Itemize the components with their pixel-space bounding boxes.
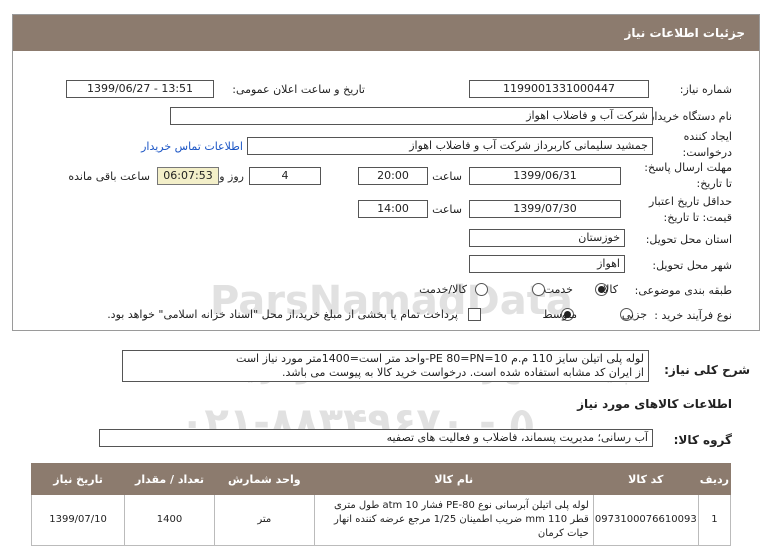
province-field: خوزستان <box>469 229 625 247</box>
announce-label: تاریخ و ساعت اعلان عمومی: <box>232 83 365 96</box>
col-code: کد کالا <box>592 463 699 495</box>
treasury-payment-note: پرداخت تمام یا بخشی از مبلغ خرید،از محل … <box>107 308 458 321</box>
goods-table: ردیف کد کالا نام کالا واحد شمارش تعداد /… <box>30 463 732 546</box>
deadline-label-2: تا تاریخ: <box>696 177 732 190</box>
description-label: شرح کلی نیاز: <box>664 363 750 377</box>
cell-name: لوله پلی اتیلن آبرسانی نوع PE-80 فشار 10… <box>313 494 594 546</box>
validity-label-2: قیمت: تا تاریخ: <box>663 211 732 224</box>
buyer-label: نام دستگاه خریدار: <box>645 110 732 123</box>
col-qty: تعداد / مقدار <box>124 463 215 495</box>
validity-label-1: حداقل تاریخ اعتبار <box>648 195 732 208</box>
deadline-date-field: 1399/06/31 <box>469 167 621 185</box>
col-unit: واحد شمارش <box>213 463 315 495</box>
creator-label-2: درخواست: <box>682 146 732 159</box>
days-label: روز و <box>219 170 244 183</box>
category-goods-label: کالا <box>603 283 618 296</box>
deadline-label-1: مهلت ارسال پاسخ: <box>644 161 732 174</box>
category-service-label: خدمت <box>543 283 573 296</box>
goods-group-label: گروه کالا: <box>673 433 732 447</box>
deadline-time-label: ساعت <box>432 170 462 183</box>
city-field: اهواز <box>469 255 625 273</box>
deadline-time-field: 20:00 <box>358 167 428 185</box>
treasury-payment-checkbox[interactable] <box>468 308 481 321</box>
cell-row: 1 <box>697 494 732 546</box>
cell-unit: متر <box>213 494 315 546</box>
cell-date: 1399/07/10 <box>30 494 126 546</box>
announce-field: 1399/06/27 - 13:51 <box>66 80 214 98</box>
contact-buyer-link[interactable]: اطلاعات تماس خریدار <box>141 140 243 153</box>
province-label: استان محل تحویل: <box>645 233 732 246</box>
process-label: نوع فرآیند خرید : <box>654 309 732 322</box>
col-row: ردیف <box>697 463 732 495</box>
remaining-time-field: 06:07:53 <box>157 167 219 185</box>
creator-label-1: ایجاد کننده <box>683 130 732 143</box>
process-minor-label: جزیی <box>621 308 647 321</box>
validity-time-field: 14:00 <box>358 200 428 218</box>
validity-time-label: ساعت <box>432 203 462 216</box>
need-number-field: 1199001331000447 <box>469 80 649 98</box>
creator-field: جمشید سلیمانی کاربرداز شرکت آب و فاضلاب … <box>247 137 653 155</box>
category-label: طبقه بندی موضوعی: <box>634 284 732 297</box>
table-row: 1 0973100076610093 لوله پلی اتیلن آبرسان… <box>30 494 732 546</box>
cell-qty: 1400 <box>124 494 215 546</box>
category-both-radio[interactable] <box>475 283 488 296</box>
panel-title: جزئیات اطلاعات نیاز <box>624 26 745 40</box>
goods-section-title: اطلاعات کالاهای مورد نیاز <box>577 397 732 411</box>
cell-code: 0973100076610093 <box>592 494 699 546</box>
validity-date-field: 1399/07/30 <box>469 200 621 218</box>
city-label: شهر محل تحویل: <box>652 259 732 272</box>
col-date: تاریخ نیاز <box>30 463 126 495</box>
description-box: لوله پلی اتیلن سایز 110 م.م PE 80=PN=10-… <box>122 350 649 382</box>
goods-table-header: ردیف کد کالا نام کالا واحد شمارش تعداد /… <box>30 463 732 495</box>
panel-header: جزئیات اطلاعات نیاز <box>13 15 759 51</box>
description-line-2: از ایران کد مشابه استفاده شده است. درخوا… <box>281 366 644 379</box>
category-both-label: کالا/خدمت <box>419 283 467 296</box>
description-line-1: لوله پلی اتیلن سایز 110 م.م PE 80=PN=10-… <box>236 352 644 365</box>
goods-group-field: آب رسانی؛ مدیریت پسماند، فاضلاب و فعالیت… <box>99 429 653 447</box>
col-name: نام کالا <box>313 463 594 495</box>
buyer-field: شرکت آب و فاضلاب اهواز <box>170 107 653 125</box>
need-number-label: شماره نیاز: <box>679 83 732 96</box>
remaining-label: ساعت باقی مانده <box>68 170 150 183</box>
process-medium-label: متوسط <box>542 308 577 321</box>
days-field: 4 <box>249 167 321 185</box>
